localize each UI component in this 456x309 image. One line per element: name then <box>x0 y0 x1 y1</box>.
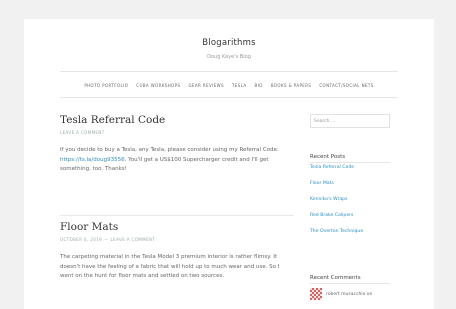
site-title[interactable]: Blogarithms <box>24 38 434 48</box>
nav-item-gear-reviews[interactable]: GEAR REVIEWS <box>188 83 223 88</box>
widget-divider <box>310 162 390 163</box>
recent-post-link[interactable]: Red Brake Calipers <box>310 213 390 229</box>
post-comment-link[interactable]: LEAVE A COMMENT <box>111 237 156 242</box>
main-nav: PHOTO PORTFOLIO CUBA WORKSHOPS GEAR REVI… <box>24 83 434 88</box>
recent-post-link[interactable]: Floor Mats <box>310 181 390 197</box>
nav-item-books-papers[interactable]: BOOKS & PAPERS <box>271 83 312 88</box>
recent-post-link[interactable]: The Overton Technique <box>310 229 390 245</box>
header-divider <box>60 71 398 72</box>
page-container: Blogarithms Doug Kaye's Blog PHOTO PORTF… <box>24 19 434 309</box>
recent-comments-title: Recent Comments <box>310 275 361 281</box>
post-meta: OCTOBER 6, 2019— LEAVE A COMMENT <box>60 237 294 242</box>
post-meta: LEAVE A COMMENT <box>60 130 294 135</box>
post-title[interactable]: Tesla Referral Code <box>60 114 294 126</box>
post-body: The carpeting material in the Tesla Mode… <box>60 254 280 279</box>
recent-post-link[interactable]: Kenniko's Wraps <box>310 197 390 213</box>
recent-comment: robert musacchio on <box>310 288 372 300</box>
post-comment-link[interactable]: LEAVE A COMMENT <box>60 130 105 135</box>
recent-post-link[interactable]: Tesla Referral Code <box>310 165 390 181</box>
post-title[interactable]: Floor Mats <box>60 221 294 233</box>
nav-item-contact-social[interactable]: CONTACT/SOCIAL NETS <box>319 83 373 88</box>
comment-author[interactable]: robert musacchio on <box>326 292 372 297</box>
recent-posts-list: Tesla Referral Code Floor Mats Kenniko's… <box>310 165 390 245</box>
nav-item-cuba-workshops[interactable]: CUBA WORKSHOPS <box>136 83 180 88</box>
nav-item-bio[interactable]: BIO <box>255 83 263 88</box>
post-body-text: If you decide to buy a Tesla, any Tesla,… <box>60 147 279 153</box>
site-description: Doug Kaye's Blog <box>207 54 251 60</box>
meta-separator: — <box>104 237 109 242</box>
post-body: If you decide to buy a Tesla, any Tesla,… <box>60 146 294 175</box>
nav-divider <box>60 97 398 98</box>
referral-link[interactable]: https://ts.la/doug93556 <box>60 157 125 163</box>
post-date[interactable]: OCTOBER 6, 2019 <box>60 237 102 242</box>
post: Tesla Referral Code LEAVE A COMMENT If y… <box>60 114 294 175</box>
search-input[interactable]: Search … <box>310 114 390 128</box>
nav-item-tesla[interactable]: TESLA <box>232 83 247 88</box>
post: Floor Mats OCTOBER 6, 2019— LEAVE A COMME… <box>60 221 294 282</box>
nav-item-photo-portfolio[interactable]: PHOTO PORTFOLIO <box>84 83 128 88</box>
post-divider <box>60 215 294 216</box>
widget-divider <box>310 283 390 284</box>
recent-posts-title: Recent Posts <box>310 154 346 160</box>
avatar <box>310 288 322 300</box>
